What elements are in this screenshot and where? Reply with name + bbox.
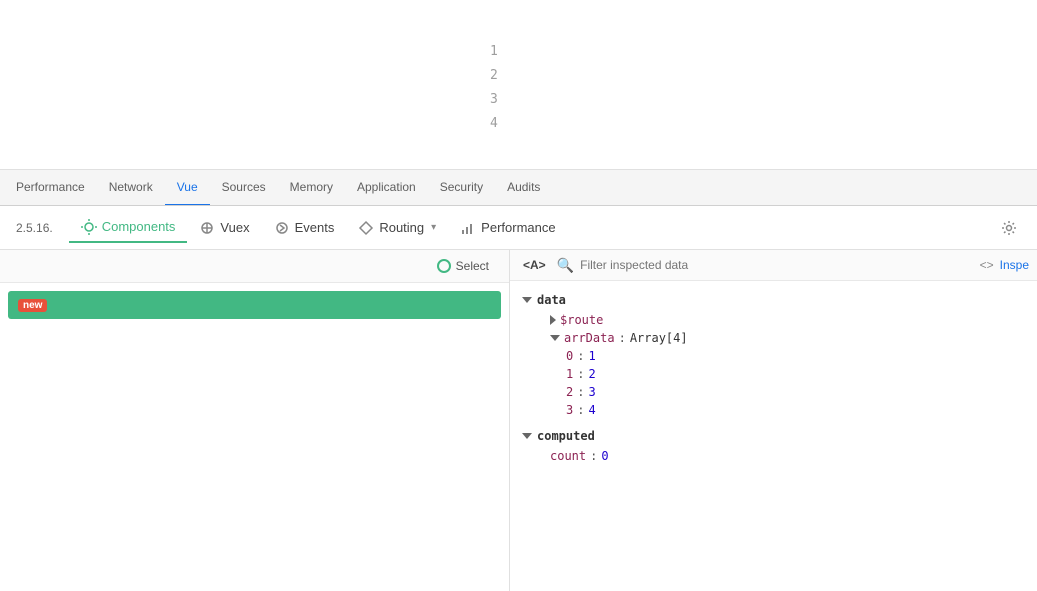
- tab-application[interactable]: Application: [345, 170, 428, 206]
- route-item[interactable]: $route: [510, 311, 1037, 329]
- array-val-0: 1: [588, 349, 595, 363]
- array-val-1: 2: [588, 367, 595, 381]
- line-4: 4: [490, 112, 498, 136]
- delete-icon-0[interactable]: 🗑: [647, 350, 664, 363]
- badge-new: new: [18, 299, 47, 312]
- right-panel: <A> 🔍 <> Inspe data $route arrData : A: [510, 250, 1037, 591]
- minus-icon-0[interactable]: −: [620, 350, 628, 363]
- tab-sources[interactable]: Sources: [210, 170, 278, 206]
- vuex-icon: [199, 220, 215, 236]
- routing-icon: [358, 220, 374, 236]
- route-key: $route: [560, 313, 603, 327]
- components-label: Components: [102, 219, 176, 234]
- components-btn[interactable]: Components: [69, 213, 188, 243]
- select-bar: Select: [0, 250, 509, 283]
- computed-expand-icon: [522, 433, 532, 439]
- count-item[interactable]: count : 0: [510, 447, 1037, 465]
- tab-audits[interactable]: Audits: [495, 170, 552, 206]
- left-panel: Select new: [0, 250, 510, 591]
- select-label: Select: [456, 259, 489, 273]
- tag-button[interactable]: <A>: [518, 256, 551, 274]
- routing-label: Routing: [379, 220, 424, 235]
- tab-vue[interactable]: Vue: [165, 170, 210, 206]
- events-label: Events: [295, 220, 335, 235]
- vuex-label: Vuex: [220, 220, 249, 235]
- array-index-3: 3: [566, 403, 573, 417]
- components-icon: [81, 219, 97, 235]
- data-expand-icon: [522, 297, 532, 303]
- arrdata-expand-icon: [550, 335, 560, 341]
- component-list: new: [0, 283, 509, 591]
- array-index-2: 2: [566, 385, 573, 399]
- line-numbers: 1 2 3 4: [490, 40, 498, 136]
- settings-btn[interactable]: [989, 214, 1029, 242]
- filter-input[interactable]: [580, 258, 974, 272]
- arrdata-key: arrData: [564, 331, 615, 345]
- settings-icon: [1001, 220, 1017, 236]
- data-section-label: data: [537, 293, 566, 307]
- performance-icon: [460, 220, 476, 236]
- line-2: 2: [490, 64, 498, 88]
- tab-network[interactable]: Network: [97, 170, 165, 206]
- array-val-2: 3: [588, 385, 595, 399]
- array-index-0: 0: [566, 349, 573, 363]
- select-button[interactable]: Select: [429, 256, 497, 276]
- routing-dropdown-icon: ▾: [431, 222, 436, 233]
- array-item-1[interactable]: 1 : 2: [510, 365, 1037, 383]
- devtools-tab-bar: Performance Network Vue Sources Memory A…: [0, 170, 1037, 206]
- data-tree: data $route arrData : Array[4] 0 : 1 ✎: [510, 281, 1037, 591]
- vuex-btn[interactable]: Vuex: [187, 214, 261, 242]
- performance-btn[interactable]: Performance: [448, 214, 567, 242]
- computed-section-header[interactable]: computed: [510, 425, 1037, 447]
- inspector-toolbar: <A> 🔍 <> Inspe: [510, 250, 1037, 281]
- data-section-header[interactable]: data: [510, 289, 1037, 311]
- main-area: Select new <A> 🔍 <> Inspe data: [0, 250, 1037, 591]
- tab-memory[interactable]: Memory: [278, 170, 345, 206]
- routing-btn[interactable]: Routing ▾: [346, 214, 448, 242]
- tab-security[interactable]: Security: [428, 170, 495, 206]
- component-item-new[interactable]: new: [8, 291, 501, 319]
- edit-icon-0[interactable]: ✎: [606, 350, 614, 363]
- code-area: 1 2 3 4: [0, 0, 1037, 170]
- tab-performance[interactable]: Performance: [4, 170, 97, 206]
- select-circle-icon: [437, 259, 451, 273]
- route-expand-icon: [550, 315, 556, 325]
- search-icon[interactable]: 🔍: [557, 257, 574, 274]
- arrdata-type: Array[4]: [630, 331, 688, 345]
- line-3: 3: [490, 88, 498, 112]
- inspect-button[interactable]: Inspe: [1000, 258, 1029, 272]
- array-item-3[interactable]: 3 : 4: [510, 401, 1037, 419]
- count-key: count: [550, 449, 586, 463]
- line-1: 1: [490, 40, 498, 64]
- computed-section-label: computed: [537, 429, 595, 443]
- events-btn[interactable]: Events: [262, 214, 347, 242]
- more-icon-0[interactable]: ⋮: [670, 350, 683, 363]
- arrdata-item[interactable]: arrData : Array[4]: [510, 329, 1037, 347]
- array-index-1: 1: [566, 367, 573, 381]
- performance-label: Performance: [481, 220, 555, 235]
- vue-toolbar: 2.5.16. Components Vuex: [0, 206, 1037, 250]
- array-item-2[interactable]: 2 : 3: [510, 383, 1037, 401]
- code-brackets: <>: [980, 258, 994, 272]
- array-item-0[interactable]: 0 : 1 ✎ − + 🗑 ⋮: [510, 347, 1037, 365]
- events-icon: [274, 220, 290, 236]
- plus-icon-0[interactable]: +: [633, 350, 641, 363]
- count-value: 0: [601, 449, 608, 463]
- array-val-3: 4: [588, 403, 595, 417]
- vue-version: 2.5.16.: [8, 221, 61, 235]
